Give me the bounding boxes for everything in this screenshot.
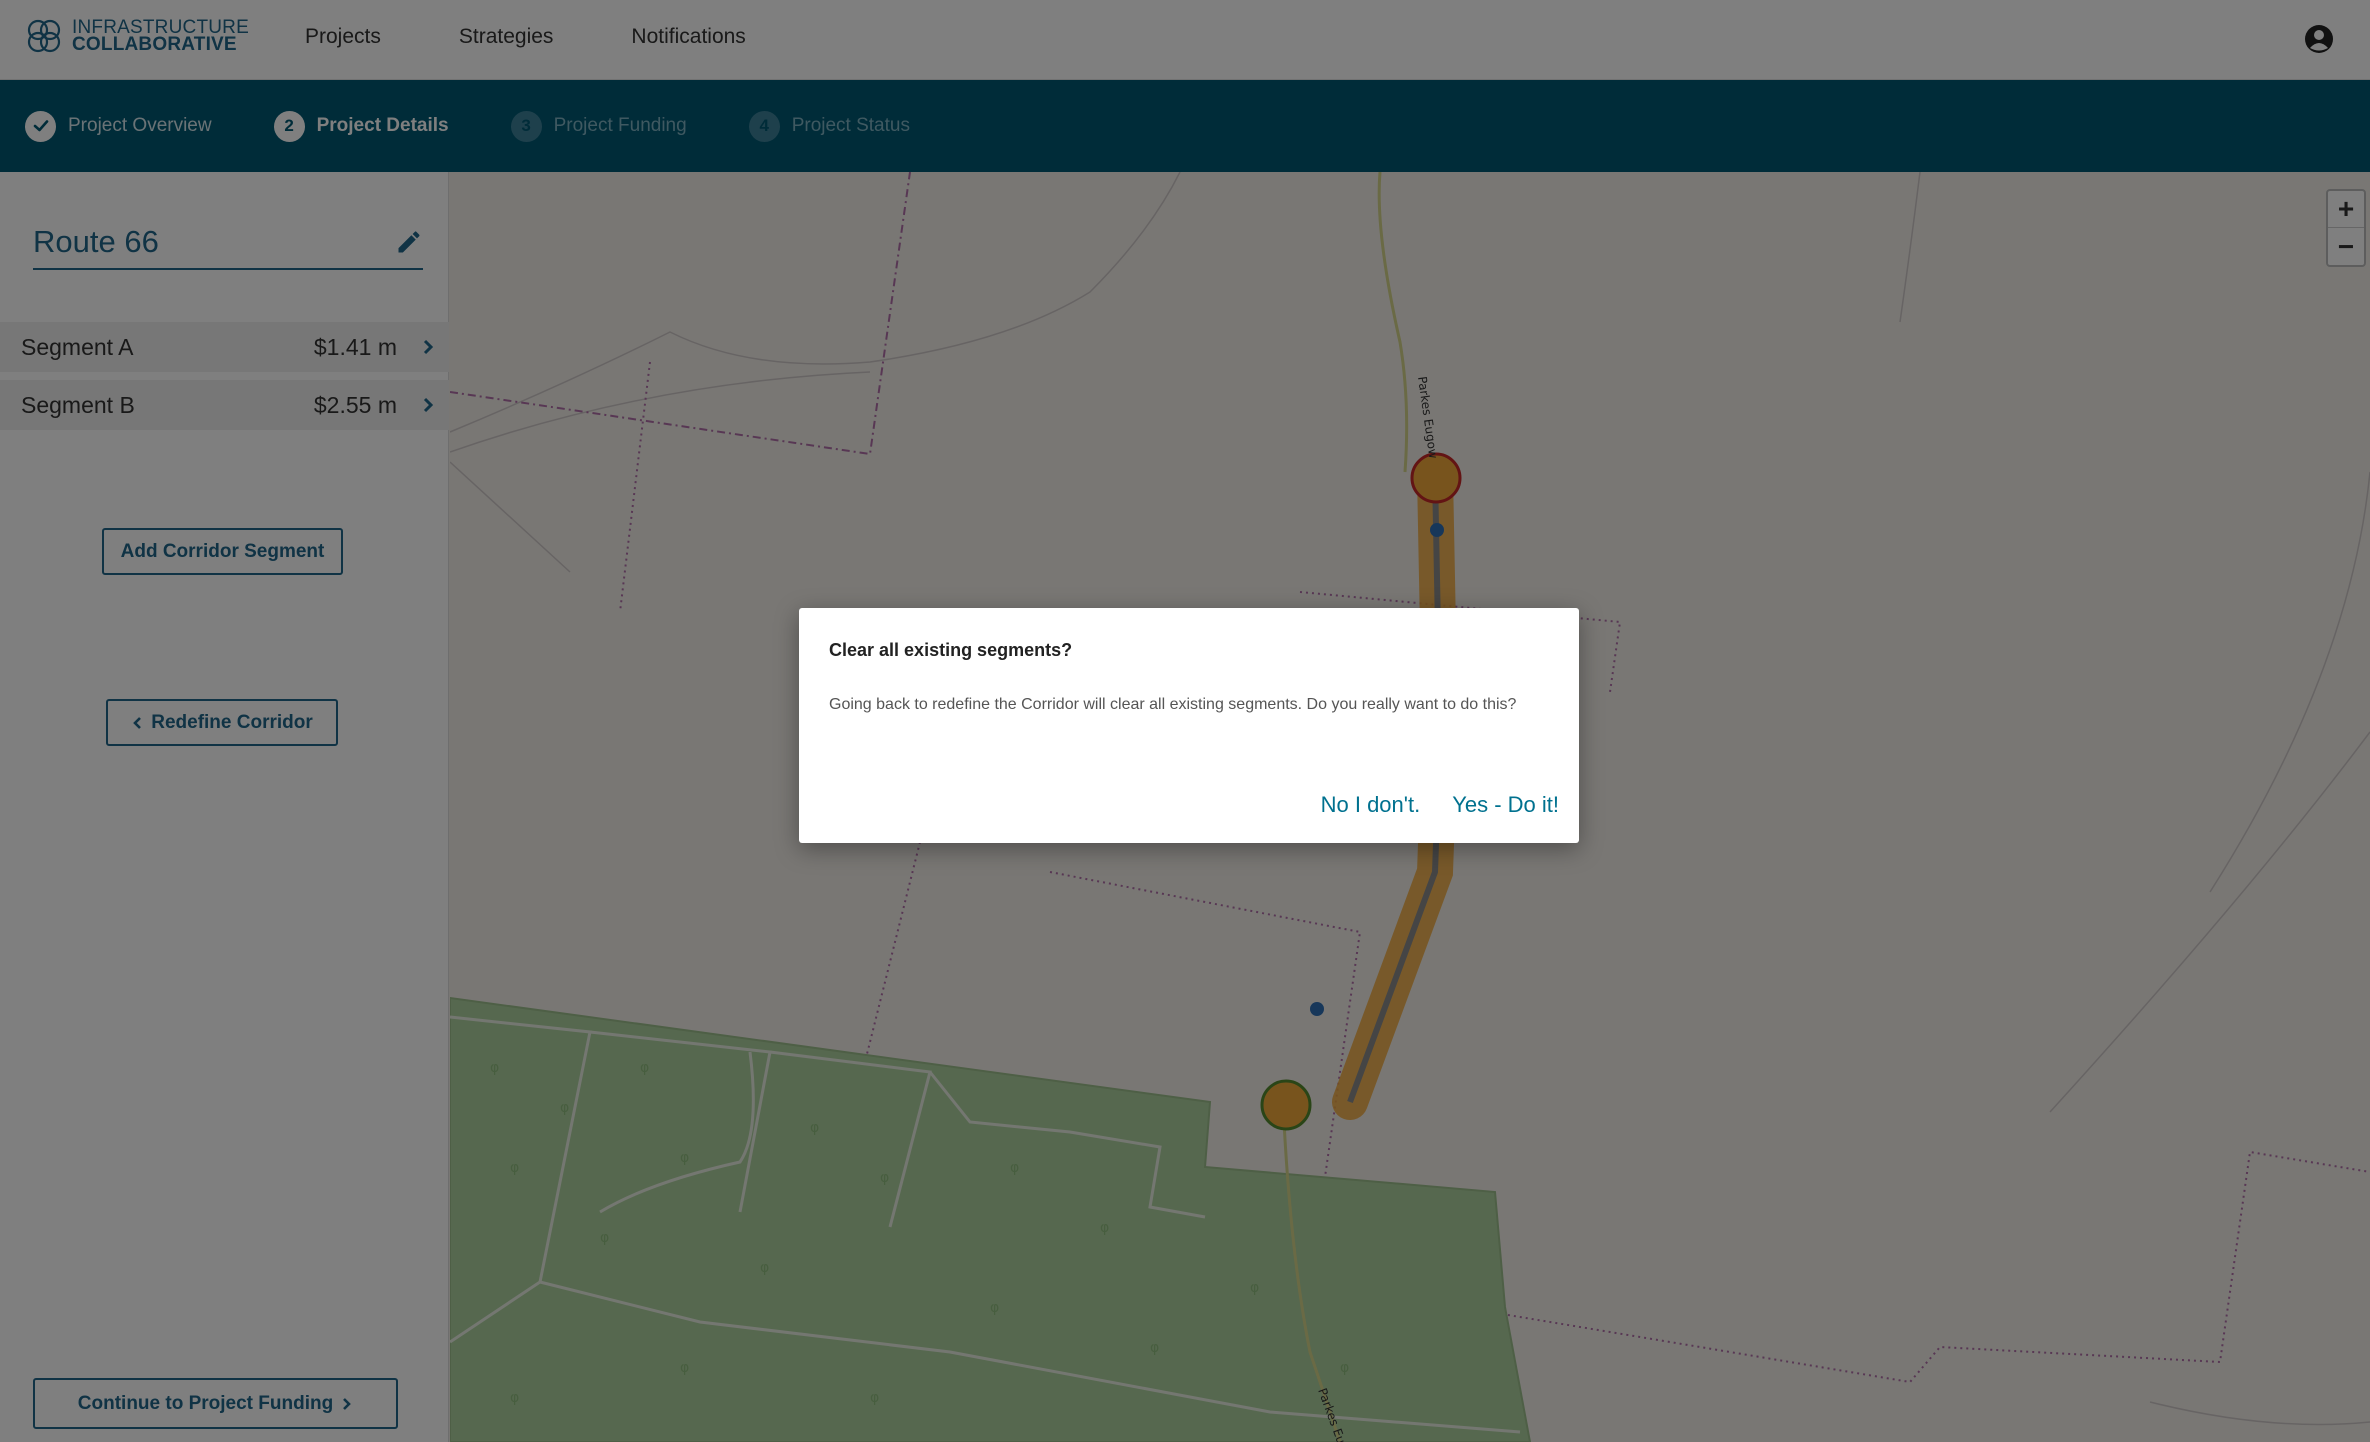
clear-segments-dialog: Clear all existing segments? Going back …: [799, 608, 1579, 843]
dialog-actions: No I don't. Yes - Do it!: [1321, 792, 1559, 818]
dialog-message: Going back to redefine the Corridor will…: [829, 696, 1517, 713]
dialog-title: Clear all existing segments?: [829, 640, 1073, 660]
cancel-button[interactable]: No I don't.: [1321, 792, 1421, 818]
confirm-button[interactable]: Yes - Do it!: [1452, 792, 1559, 818]
